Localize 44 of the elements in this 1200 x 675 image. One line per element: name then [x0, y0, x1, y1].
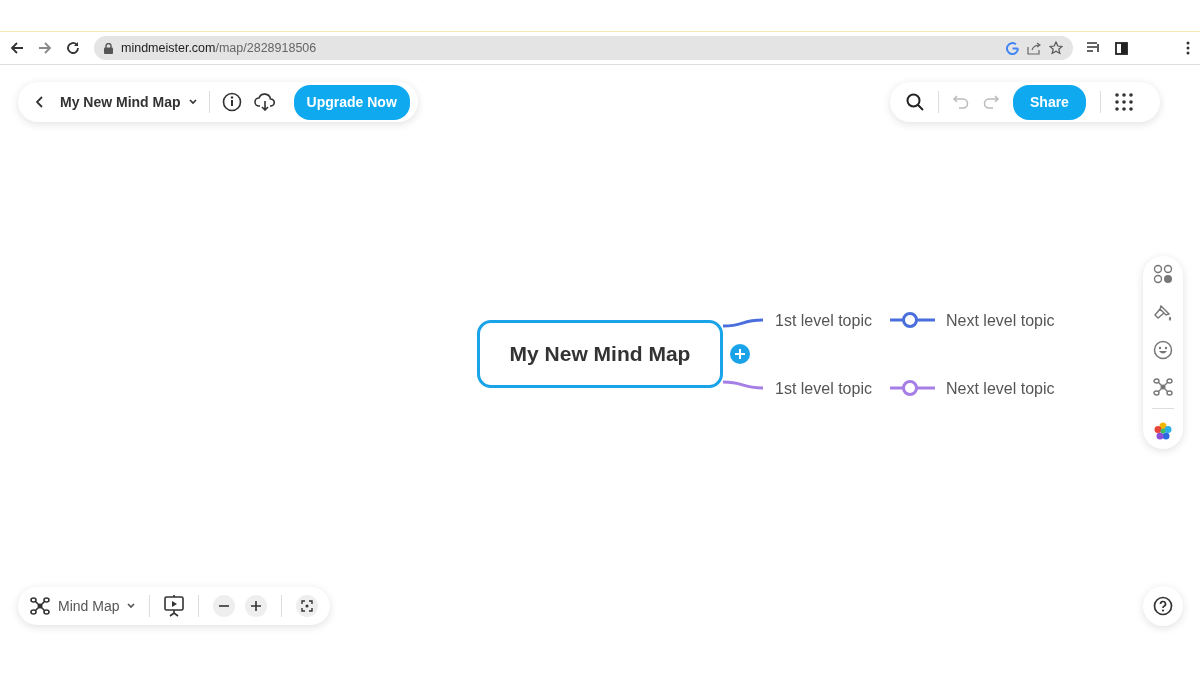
subtopic-label[interactable]: Next level topic: [946, 377, 1055, 401]
add-topic-icon[interactable]: [730, 344, 750, 364]
address-bar[interactable]: mindmeister.com/map/2828918506: [94, 36, 1073, 60]
help-button[interactable]: [1143, 586, 1183, 626]
info-icon[interactable]: [221, 92, 242, 112]
reload-icon[interactable]: [66, 41, 80, 55]
presentation-icon[interactable]: [164, 595, 185, 617]
help-icon: [1153, 596, 1173, 616]
zoom-in-button[interactable]: [245, 595, 268, 617]
cloud-download-icon[interactable]: [253, 93, 276, 111]
connections-icon[interactable]: [1153, 378, 1173, 396]
apps-grid-icon[interactable]: [1114, 93, 1133, 111]
minus-icon: [219, 605, 230, 607]
media-queue-icon[interactable]: [1087, 42, 1101, 54]
forward-arrow-icon[interactable]: [38, 41, 52, 55]
url-text: mindmeister.com/map/2828918506: [121, 39, 317, 57]
paint-brush-icon[interactable]: [1153, 302, 1173, 322]
share-icon[interactable]: [1027, 41, 1041, 55]
topic-label[interactable]: 1st level topic: [775, 309, 872, 333]
layout-circles-icon[interactable]: [1153, 264, 1173, 284]
caret-icon: [188, 99, 197, 105]
topic-label[interactable]: 1st level topic: [775, 377, 872, 401]
caret-icon: [127, 603, 136, 609]
collapse-node-icon[interactable]: [890, 380, 935, 396]
star-icon[interactable]: [1049, 41, 1063, 55]
plus-icon: [251, 601, 262, 611]
more-options-icon[interactable]: [1186, 41, 1190, 55]
map-title-dropdown[interactable]: My New Mind Map: [60, 91, 197, 113]
view-mode-dropdown[interactable]: Mind Map: [30, 595, 136, 617]
collapse-node-icon[interactable]: [890, 312, 935, 328]
side-panel-icon[interactable]: [1115, 41, 1128, 55]
fit-to-screen-icon: [301, 600, 314, 612]
fit-to-screen-button[interactable]: [296, 595, 319, 617]
google-logo-icon[interactable]: [1006, 41, 1019, 55]
smiley-icon[interactable]: [1153, 340, 1173, 360]
lock-icon: [104, 42, 113, 54]
subtopic-label[interactable]: Next level topic: [946, 309, 1055, 333]
mind-map-icon: [30, 597, 50, 615]
color-flower-icon[interactable]: [1153, 421, 1173, 441]
search-icon[interactable]: [906, 93, 924, 111]
zoom-out-button[interactable]: [213, 595, 236, 617]
central-topic[interactable]: My New Mind Map: [477, 320, 723, 388]
back-arrow-icon[interactable]: [10, 41, 24, 55]
back-chevron-icon[interactable]: [36, 96, 44, 108]
